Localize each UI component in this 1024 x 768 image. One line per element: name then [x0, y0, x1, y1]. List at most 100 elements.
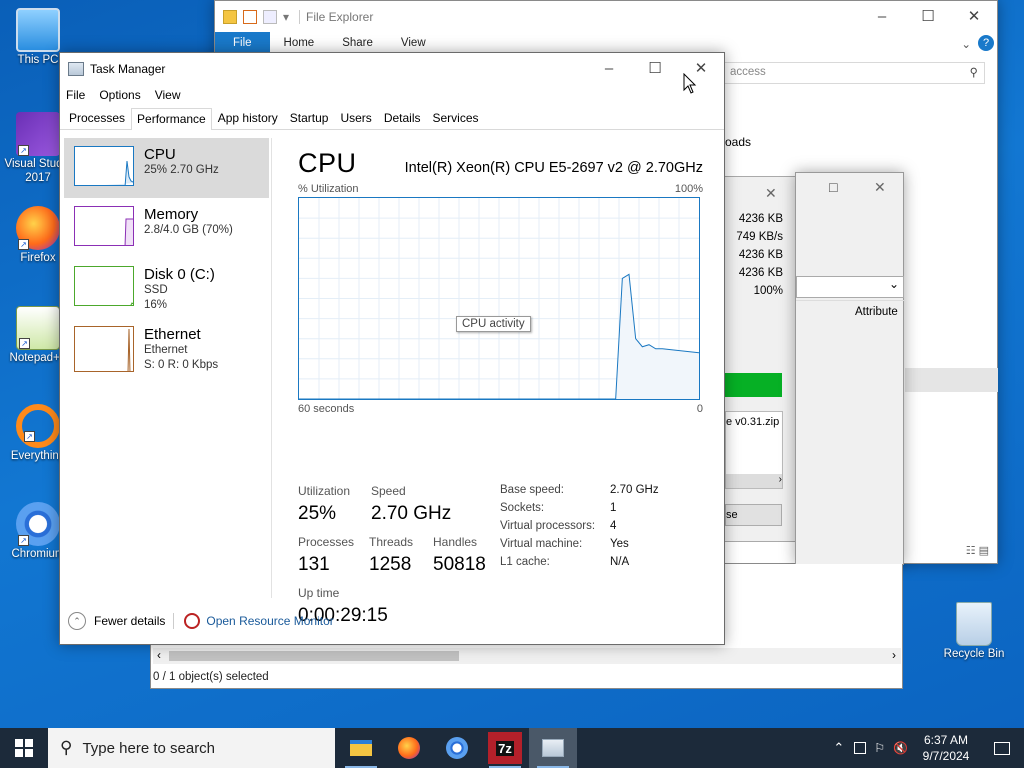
sidebar-item-detail: Ethernet	[144, 344, 188, 356]
scroll-right-icon[interactable]: ›	[892, 648, 896, 662]
taskbar-7zip[interactable]: 7z	[481, 728, 529, 768]
close-button[interactable]: ✕	[874, 179, 886, 196]
spec-key: Base speed:	[500, 484, 564, 496]
scrollbar-thumb[interactable]	[169, 651, 459, 661]
system-tray: ⌃ ⚐ 🔇 6:37 AM 9/7/2024	[833, 728, 1024, 768]
taskmgr-window-controls: – ☐ ✕	[586, 53, 724, 83]
stat-threads: Threads 1258	[369, 535, 413, 576]
start-button[interactable]	[0, 728, 48, 768]
explorer-title: File Explorer	[299, 9, 373, 24]
maximize-button[interactable]: ☐	[828, 181, 839, 195]
sidebar-item-detail-2: 16%	[144, 299, 168, 311]
spec-key: Virtual processors:	[500, 520, 596, 532]
window-title: Task Manager	[90, 61, 166, 76]
recycle-bin-icon	[956, 602, 992, 646]
explorer-window-controls: – ☐ ✕	[859, 1, 997, 31]
ribbon-tab-view[interactable]: View	[387, 32, 440, 54]
sidebar-item-disk[interactable]: Disk 0 (C:) SSD 16%	[64, 258, 269, 318]
tab-services[interactable]: Services	[427, 107, 485, 129]
close-button[interactable]: ✕	[951, 1, 997, 31]
copy-close-button[interactable]: se	[725, 504, 782, 526]
help-icon[interactable]: ?	[978, 35, 994, 51]
ribbon-tab-file[interactable]: File	[215, 32, 270, 54]
stat-value: 131	[298, 554, 330, 575]
view-toggle-icons[interactable]: ☷ ▤	[966, 544, 989, 557]
action-tray-icon[interactable]: ⚐	[874, 741, 885, 755]
mouse-cursor-icon	[683, 73, 697, 94]
chevron-up-icon[interactable]: ⌃	[833, 740, 844, 756]
cpu-specs: Base speed: 2.70 GHz Sockets: 1 Virtual pr…	[500, 484, 659, 574]
taskmgr-titlebar[interactable]: Task Manager – ☐ ✕	[60, 53, 724, 84]
taskbar-clock[interactable]: 6:37 AM 9/7/2024	[912, 732, 980, 764]
graph-header: % Utilization 100%	[298, 183, 703, 195]
sidebar-item-detail: 2.8/4.0 GB (70%)	[144, 224, 233, 236]
sidebar-divider	[271, 138, 272, 598]
firefox-icon: ↗	[16, 206, 60, 250]
task-manager-window[interactable]: Task Manager – ☐ ✕ File Options View Pro…	[59, 52, 725, 645]
ribbon-tab-share[interactable]: Share	[328, 32, 387, 54]
sidebar-item-cpu[interactable]: CPU 25% 2.70 GHz	[64, 138, 269, 198]
explorer-partial-text: oads	[725, 135, 752, 149]
tab-startup[interactable]: Startup	[284, 107, 335, 129]
minimize-button[interactable]: –	[586, 53, 632, 83]
explorer-titlebar[interactable]: ▾ File Explorer – ☐ ✕	[215, 1, 997, 32]
properties-icon[interactable]	[243, 9, 257, 24]
copy-dialog-back[interactable]: ✕ 4236 KB 749 KB/s 4236 KB 4236 KB 100% …	[724, 176, 796, 542]
tab-users[interactable]: Users	[334, 107, 377, 129]
cpu-utilization-graph[interactable]: CPU activity	[298, 197, 700, 400]
search-input[interactable]: access	[730, 66, 766, 78]
ribbon-tab-home[interactable]: Home	[270, 32, 329, 54]
copy-value: 4236 KB	[738, 213, 783, 225]
taskmgr-tabs: Processes Performance App history Startu…	[60, 106, 724, 130]
chevron-up-icon[interactable]: ⌃	[68, 612, 86, 630]
maximize-button[interactable]: ☐	[905, 1, 951, 31]
copy-dialog-front[interactable]: ☐ ✕ ⌄ Attribute	[795, 172, 904, 565]
graph-y-max: 100%	[674, 183, 703, 195]
stat-label: Utilization	[298, 484, 351, 498]
menu-view[interactable]: View	[155, 88, 181, 102]
menu-file[interactable]: File	[66, 88, 85, 102]
stat-value: 50818	[433, 554, 486, 575]
horizontal-scrollbar[interactable]: ‹ ›	[153, 648, 901, 664]
clock-time: 6:37 AM	[923, 733, 969, 747]
taskbar-chromium[interactable]	[433, 728, 481, 768]
taskbar-firefox[interactable]	[385, 728, 433, 768]
fewer-details-link[interactable]: Fewer details	[94, 614, 165, 628]
notification-icon[interactable]	[980, 741, 1024, 755]
scroll-left-icon[interactable]: ‹	[157, 648, 161, 662]
maximize-button[interactable]: ☐	[632, 53, 678, 83]
sidebar-item-ethernet[interactable]: Ethernet Ethernet S: 0 R: 0 Kbps	[64, 318, 269, 378]
explorer-selected-row[interactable]	[905, 368, 998, 392]
column-header[interactable]: Attribute	[855, 306, 898, 318]
folder-icon[interactable]	[223, 9, 237, 24]
dropdown[interactable]: ⌄	[796, 276, 904, 298]
new-folder-icon[interactable]	[263, 9, 277, 24]
stat-label: Speed	[371, 484, 406, 498]
taskbar-task-manager[interactable]	[529, 728, 577, 768]
desktop-icon-label: Recycle Bin	[943, 648, 1005, 660]
open-resource-monitor-link[interactable]: Open Resource Monitor	[206, 614, 333, 628]
tab-performance[interactable]: Performance	[131, 108, 212, 130]
minimize-button[interactable]: –	[859, 1, 905, 31]
volume-muted-icon[interactable]: 🔇	[893, 741, 908, 755]
7zip-icon: 7z	[488, 732, 522, 764]
desktop-icon-recycle-bin[interactable]: Recycle Bin	[938, 602, 1010, 662]
taskmgr-menubar: File Options View	[60, 84, 724, 106]
spec-row: Virtual machine: Yes	[500, 538, 659, 556]
chevron-down-icon[interactable]: ▾	[283, 10, 291, 24]
network-tray-icon[interactable]	[854, 742, 867, 754]
sidebar-item-memory[interactable]: Memory 2.8/4.0 GB (70%)	[64, 198, 269, 258]
tab-processes[interactable]: Processes	[63, 107, 131, 129]
taskbar-search-box[interactable]: ⚲ Type here to search	[48, 728, 335, 768]
tab-details[interactable]: Details	[378, 107, 427, 129]
chevron-down-icon[interactable]: ⌄	[961, 37, 971, 51]
search-input[interactable]: Type here to search	[82, 740, 215, 757]
search-icon[interactable]: ⚲	[970, 65, 978, 79]
resource-monitor-icon[interactable]	[184, 613, 201, 629]
tab-app-history[interactable]: App history	[212, 107, 284, 129]
close-button[interactable]: ✕	[765, 185, 777, 202]
sidebar-item-detail: SSD	[144, 284, 168, 296]
menu-options[interactable]: Options	[99, 88, 140, 102]
taskbar-file-explorer[interactable]	[337, 728, 385, 768]
explorer-search-box[interactable]: access ⚲	[723, 62, 985, 84]
